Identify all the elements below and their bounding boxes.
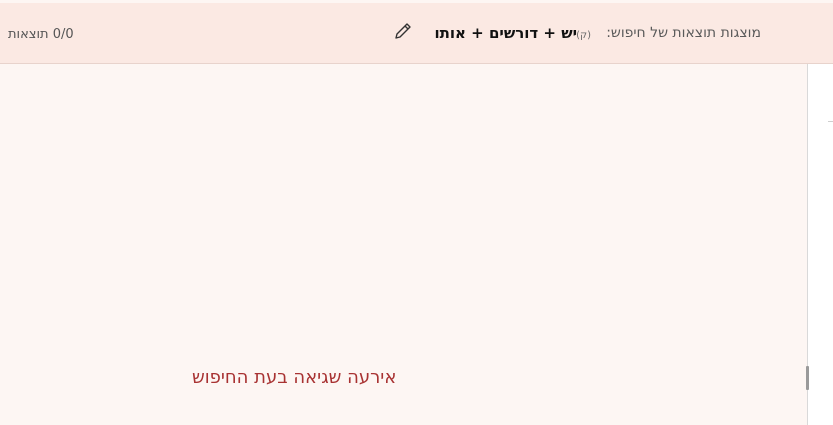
panel-divider bbox=[828, 121, 833, 122]
pencil-icon bbox=[395, 23, 411, 39]
side-panel bbox=[807, 64, 833, 425]
search-header: מוצגות תוצאות של חיפוש: (ק) יש + דורשים … bbox=[0, 3, 833, 64]
search-label: מוצגות תוצאות של חיפוש: bbox=[606, 25, 761, 41]
error-message: אירעה שגיאה בעת החיפוש bbox=[192, 367, 397, 388]
results-area: אירעה שגיאה בעת החיפוש bbox=[0, 64, 807, 425]
query-type-indicator: (ק) bbox=[576, 30, 591, 41]
search-query: יש + דורשים + אותו bbox=[434, 24, 577, 42]
results-count: 0/0 תוצאות bbox=[8, 27, 74, 42]
search-results-page: מוצגות תוצאות של חיפוש: (ק) יש + דורשים … bbox=[0, 0, 833, 425]
scrollbar-thumb[interactable] bbox=[806, 366, 809, 390]
edit-search-button[interactable] bbox=[392, 20, 414, 42]
